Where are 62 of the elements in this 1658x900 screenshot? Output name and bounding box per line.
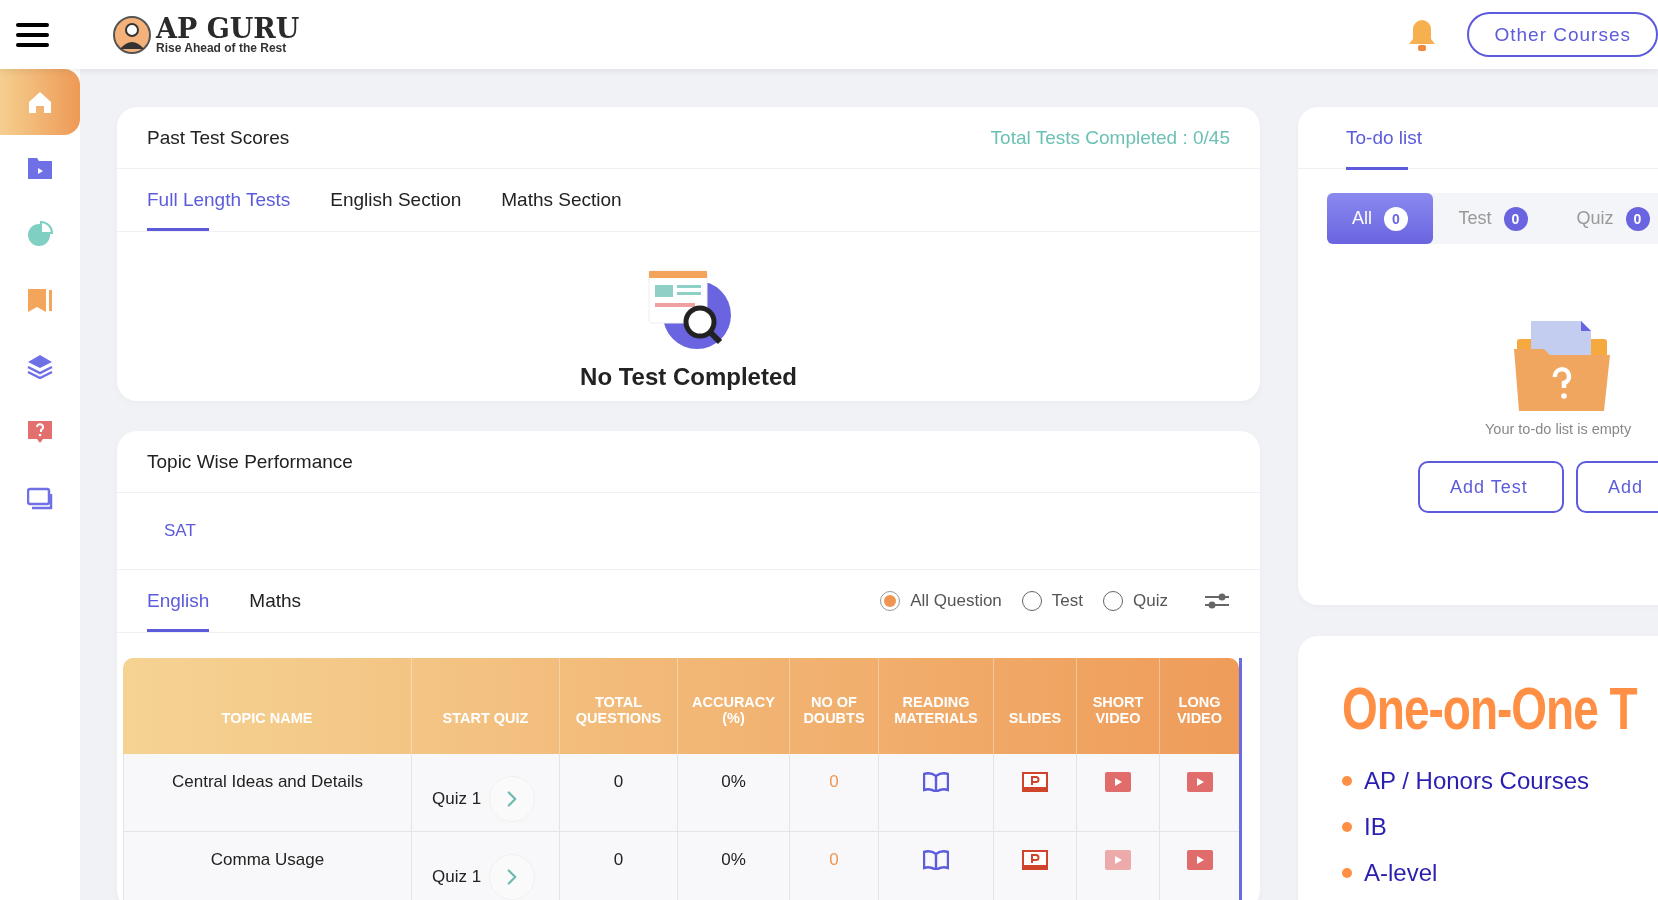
total-questions: 0 (559, 754, 677, 831)
topic-name: Central Ideas and Details (123, 754, 411, 831)
tab[interactable]: Maths Section (501, 169, 622, 231)
card-title: Past Test Scores (147, 126, 290, 149)
card-title: Topic Wise Performance (147, 450, 353, 473)
bullet-icon (1342, 776, 1352, 786)
tab[interactable]: English Section (330, 169, 462, 231)
promo-item: AP / Honors Courses (1364, 767, 1589, 795)
question-bubble-icon (27, 419, 53, 445)
empty-message: No Test Completed (580, 363, 797, 391)
doubts-count: 0 (789, 832, 878, 900)
promo-item: A-level (1364, 859, 1438, 887)
accuracy: 0% (677, 754, 789, 831)
filter-tab[interactable]: All 0 (1327, 193, 1433, 244)
open-book-icon[interactable] (923, 850, 949, 870)
logo-tagline: Rise Ahead of the Rest (156, 42, 288, 54)
menu-icon[interactable] (16, 22, 49, 47)
count-badge: 0 (1503, 206, 1528, 231)
other-courses-button[interactable]: Other Courses (1467, 12, 1658, 57)
tab[interactable]: English (147, 570, 210, 632)
screens-icon (27, 485, 53, 511)
radio-label: All Question (910, 591, 1002, 611)
play-video-icon[interactable] (1105, 772, 1131, 792)
promo-heading: One-on-One T (1342, 678, 1638, 738)
todo-tab[interactable]: To-do list (1346, 107, 1423, 169)
count-badge: 0 (1625, 206, 1650, 231)
quiz-label: Quiz 1 (432, 788, 482, 809)
play-video-icon[interactable] (1186, 772, 1213, 792)
home-icon (27, 89, 53, 115)
bullet-icon (1342, 868, 1352, 878)
column-header: TOPIC NAME (220, 709, 314, 728)
slides-icon[interactable] (1022, 772, 1048, 792)
quiz-label: Quiz 1 (432, 866, 482, 887)
layers-icon (27, 353, 53, 379)
video-folder-icon (27, 155, 53, 181)
count-badge: 0 (1384, 206, 1408, 231)
total-tests-completed: Total Tests Completed : 0/45 (990, 126, 1230, 149)
total-questions: 0 (559, 832, 677, 900)
pie-chart-icon (27, 221, 53, 247)
radio-label: Test (1051, 591, 1084, 611)
add-button[interactable]: Add Test (1418, 461, 1564, 513)
filter-tab[interactable]: Quiz 0 (1553, 193, 1658, 244)
sliders-icon[interactable] (1204, 591, 1230, 611)
exam-label[interactable]: SAT (164, 521, 196, 541)
bell-icon[interactable] (1407, 17, 1438, 52)
play-video-icon[interactable] (1186, 850, 1213, 870)
open-book-icon[interactable] (923, 772, 949, 792)
add-button[interactable]: Add (1576, 461, 1658, 513)
bullet-icon (1342, 822, 1352, 832)
logo-title: AP GURU (156, 15, 300, 42)
promo-item: IB (1364, 813, 1387, 841)
doubts-count: 0 (789, 754, 878, 831)
bookmark-icon (27, 287, 53, 313)
radio-label: Quiz (1133, 591, 1168, 611)
topic-name: Comma Usage (123, 832, 411, 900)
empty-message: Your to-do list is empty (1485, 421, 1632, 437)
logo-mascot-icon (112, 14, 152, 55)
accuracy: 0% (677, 832, 789, 900)
filter-tab[interactable]: Test 0 (1433, 193, 1553, 244)
tab[interactable]: Full Length Tests (147, 169, 291, 231)
sidebar-item[interactable] (0, 69, 80, 135)
slides-icon[interactable] (1022, 850, 1048, 870)
